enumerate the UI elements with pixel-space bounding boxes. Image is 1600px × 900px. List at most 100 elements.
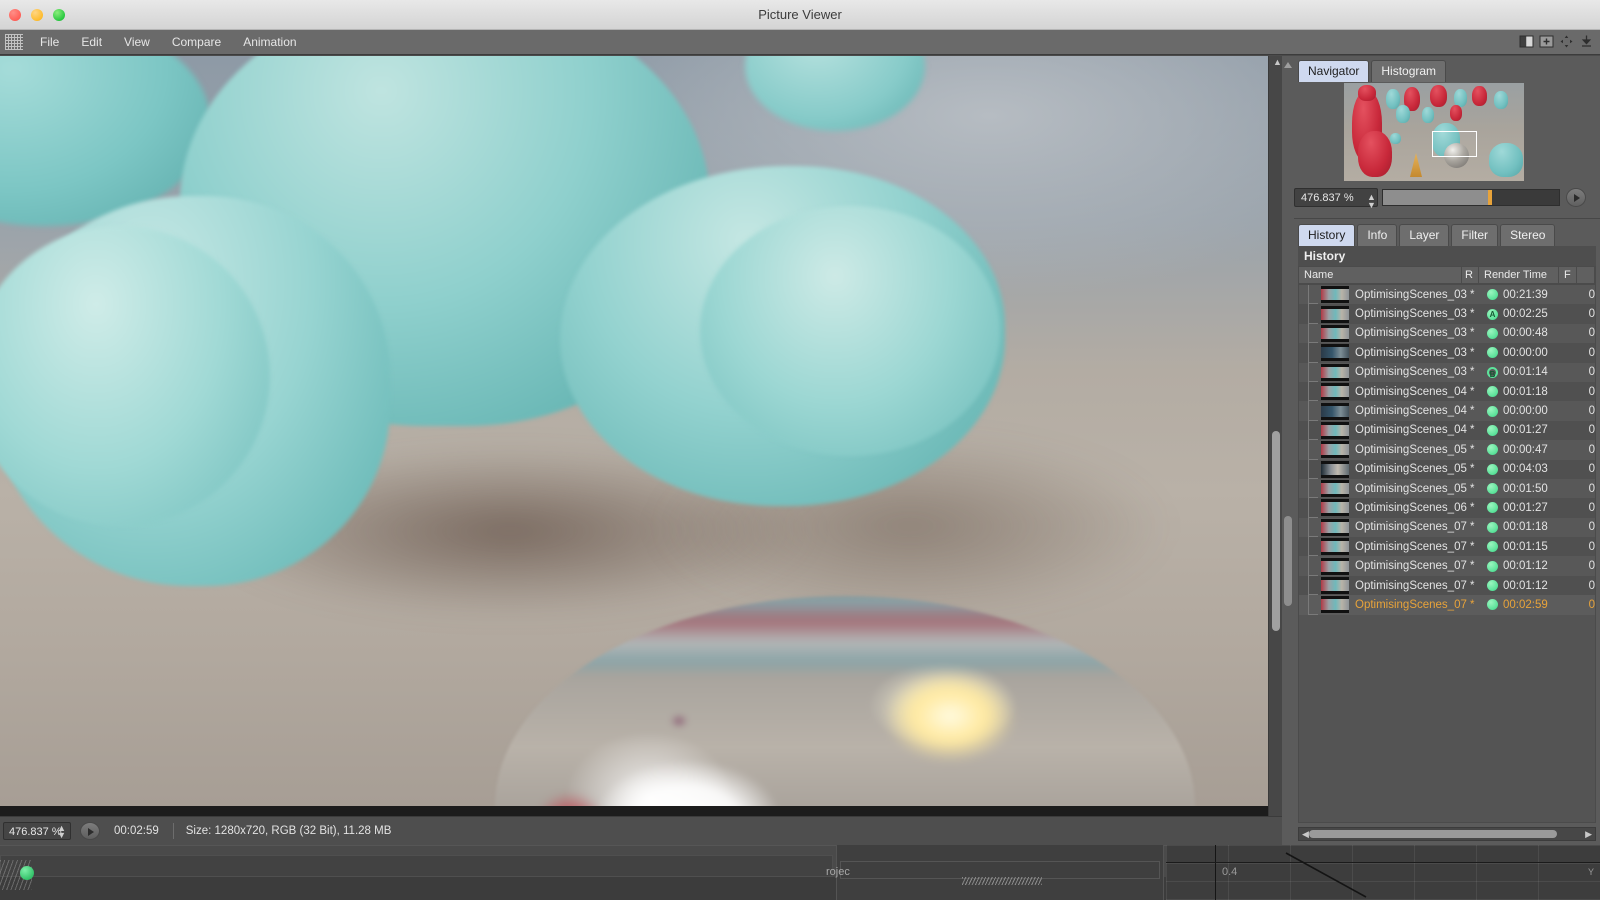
row-render-time: 00:01:27 [1502,501,1548,514]
table-row[interactable]: OptimisingScenes_03 * 00:00:48 0 [1299,323,1595,344]
splitter-collapse-icon[interactable] [1284,62,1292,68]
tree-line [1308,575,1318,596]
navigator-view-rect[interactable] [1432,131,1477,157]
table-row[interactable]: OptimisingScenes_05 * 00:00:47 0 [1299,440,1595,460]
column-header-render-time[interactable]: Render Time [1479,267,1559,283]
menu-grip-icon[interactable] [5,34,23,50]
table-row[interactable]: OptimisingScenes_07 * 00:01:18 0 [1299,517,1595,538]
row-thumbnail [1321,441,1349,459]
tree-line [1308,401,1318,421]
table-row[interactable]: OptimisingScenes_07 * 00:01:12 0 [1299,575,1595,596]
chrome-sphere-highlight [595,761,780,806]
image-viewport[interactable]: ▲ ▼ ◀ ▶ [0,56,1282,845]
tab-layer[interactable]: Layer [1399,224,1450,246]
menu-item-view[interactable]: View [113,32,161,52]
tree-line [1308,285,1318,305]
history-horizontal-scrollbar[interactable]: ◀ ▶ [1298,827,1596,841]
statusbar-play-button[interactable] [80,822,100,840]
tab-filter[interactable]: Filter [1451,224,1499,246]
row-thumbnail [1321,363,1349,381]
menu-item-compare[interactable]: Compare [161,32,232,52]
row-thumbnail [1321,557,1349,575]
menu-item-edit[interactable]: Edit [70,32,113,52]
rendered-image[interactable] [0,56,1268,806]
row-render-time: 00:01:27 [1502,424,1548,437]
panel-scroll-thumb[interactable] [1284,516,1292,606]
navigator-zoom-row: 476.837 % ▲ ▼ [1294,186,1600,211]
scroll-up-icon[interactable]: ▲ [1273,57,1282,67]
row-frames: 0 [1588,540,1595,553]
row-render-time: 00:01:12 [1502,579,1548,592]
column-header-name[interactable]: Name [1299,267,1462,283]
scroll-right-icon[interactable]: ▶ [1585,828,1592,840]
move-icon[interactable] [1559,34,1574,49]
statusbar: 476.837 % ▲ ▼ 00:02:59 Size: 1280x720, RG… [0,816,1282,845]
viewport-vertical-scrollbar[interactable]: ▲ ▼ [1268,56,1282,831]
teddy-paw-right [700,206,1000,456]
row-name: OptimisingScenes_03 * [1355,288,1475,301]
table-row[interactable]: OptimisingScenes_07 * 00:01:12 0 [1299,556,1595,576]
collapse-icon[interactable] [1579,34,1594,49]
row-thumbnail [1321,518,1349,536]
row-render-status [1482,541,1503,553]
row-frames: 0 [1588,560,1595,573]
table-row[interactable]: OptimisingScenes_04 * 00:01:27 0 [1299,420,1595,441]
table-row[interactable]: OptimisingScenes_06 * 00:01:27 0 [1299,498,1595,518]
status-badge [1487,580,1499,592]
nav-bear [1358,131,1392,177]
table-row[interactable]: OptimisingScenes_05 * 00:04:03 0 [1299,459,1595,479]
chrome-reflection-dot [670,714,688,728]
new-window-icon[interactable] [1539,34,1554,49]
row-render-time: 00:01:14 [1502,366,1548,379]
column-header-r[interactable]: R [1462,267,1479,283]
row-name: OptimisingScenes_03 * [1355,346,1475,359]
table-row[interactable]: OptimisingScenes_07 * 00:01:15 0 [1299,537,1595,557]
panel-splitter[interactable] [1282,56,1294,845]
tab-histogram[interactable]: Histogram [1371,60,1447,82]
tree-line [1308,420,1318,441]
row-name: OptimisingScenes_07 * [1355,521,1475,534]
tree-line [1308,517,1318,538]
column-header-f[interactable]: F [1559,267,1577,283]
tab-stereo[interactable]: Stereo [1500,224,1556,246]
viewport-vscroll-thumb[interactable] [1272,431,1280,631]
scroll-left-icon[interactable]: ◀ [1302,828,1309,840]
navigator-zoom-input[interactable]: 476.837 % ▲ ▼ [1294,188,1378,210]
table-row[interactable]: OptimisingScenes_04 * 00:01:18 0 [1299,381,1595,402]
column-header-extra[interactable] [1577,267,1595,283]
table-row[interactable]: OptimisingScenes_03 * 00:00:00 0 [1299,343,1595,363]
row-thumbnail [1321,460,1349,478]
history-hscroll-thumb[interactable] [1309,830,1557,838]
row-frames: 0 [1588,366,1595,379]
nav-bear [1472,86,1487,106]
table-row[interactable]: OptimisingScenes_07 * 00:02:59 0 [1299,595,1595,615]
navigator-thumbnail[interactable] [1344,83,1524,181]
table-row[interactable]: OptimisingScenes_04 * 00:00:00 0 [1299,401,1595,421]
table-row[interactable]: OptimisingScenes_03 * A 00:02:25 0 [1299,304,1595,324]
zoom-stepper-icon[interactable]: ▲ ▼ [1367,193,1376,210]
row-render-status: B [1482,366,1503,379]
navigator-play-button[interactable] [1566,188,1586,207]
zoom-stepper-icon[interactable]: ▲ ▼ [57,824,66,840]
row-thumbnail [1321,538,1349,556]
row-thumbnail-image [1321,541,1349,553]
inspector-section: History Info Layer Filter Stereo History… [1294,220,1600,845]
table-row[interactable]: OptimisingScenes_05 * 00:01:50 0 [1299,478,1595,499]
table-row[interactable]: OptimisingScenes_03 * 00:21:39 0 [1299,285,1595,305]
zoom-slider-handle[interactable] [1488,190,1492,205]
menu-item-file[interactable]: File [29,32,70,52]
navigator-zoom-slider[interactable] [1382,189,1560,206]
split-view-icon[interactable] [1519,34,1534,49]
row-thumbnail [1321,344,1349,362]
tab-history[interactable]: History [1298,224,1356,246]
table-row[interactable]: OptimisingScenes_03 * B 00:01:14 0 [1299,362,1595,382]
menu-item-animation[interactable]: Animation [232,32,307,52]
tree-line [1308,381,1318,402]
status-badge [1487,483,1499,495]
tab-info[interactable]: Info [1357,224,1398,246]
history-list[interactable]: OptimisingScenes_03 * 00:21:39 0 Optimising… [1298,284,1596,823]
tab-navigator[interactable]: Navigator [1298,60,1370,82]
statusbar-time: 00:02:59 [114,825,159,837]
row-thumbnail-image [1321,560,1349,572]
statusbar-zoom-input[interactable]: 476.837 % ▲ ▼ [3,822,71,840]
